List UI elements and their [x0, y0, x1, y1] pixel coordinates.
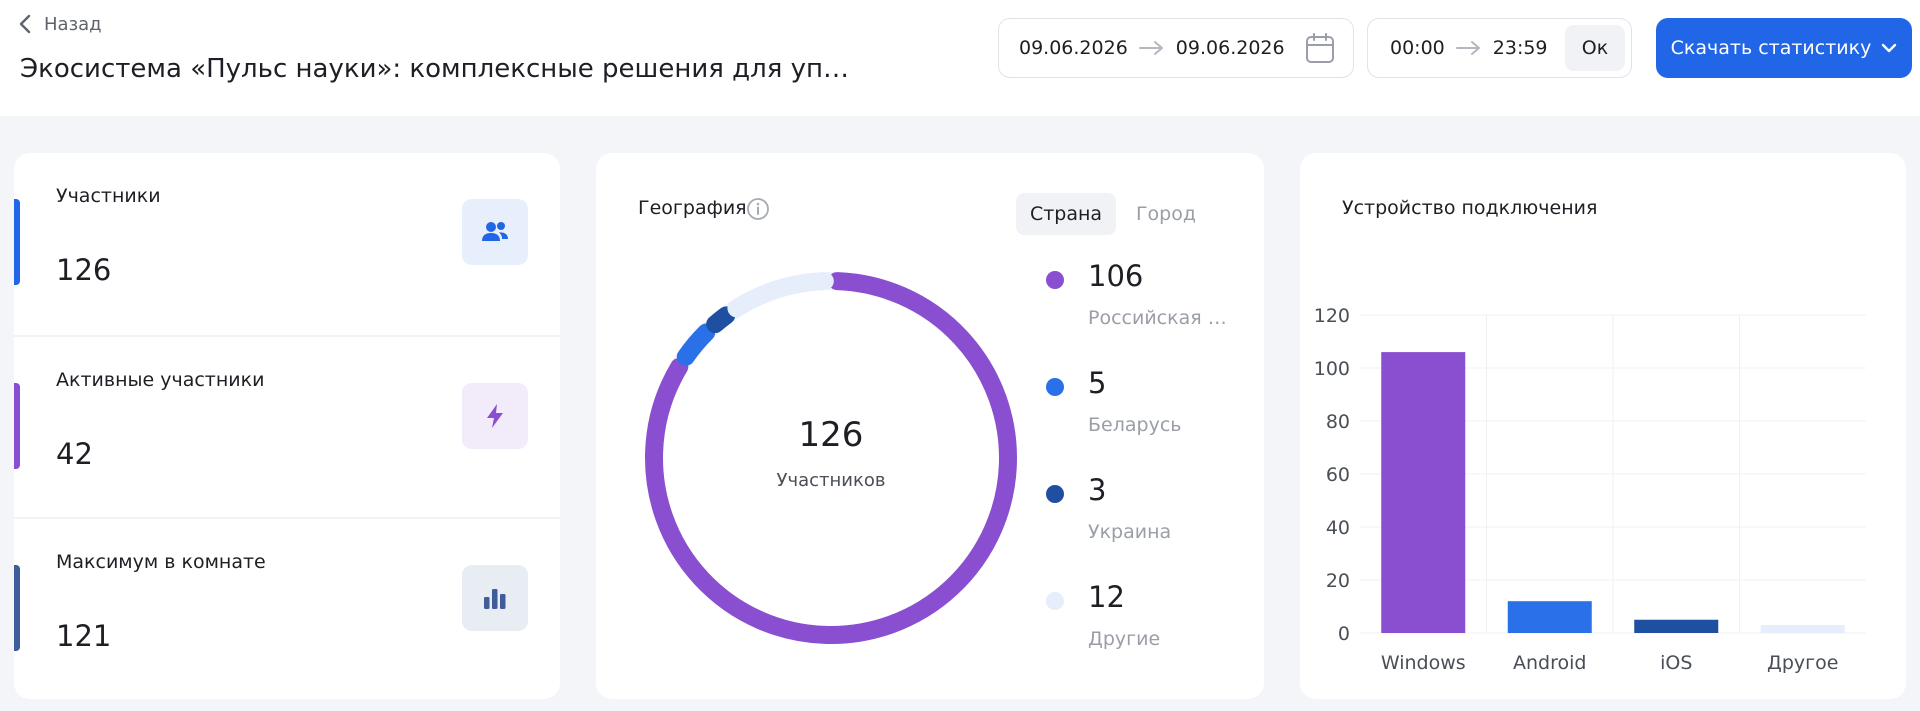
header: Назад Экосистема «Пульс науки»: комплекс… — [0, 0, 1920, 116]
legend-name: Беларусь — [1088, 414, 1182, 436]
y-tick-label: 120 — [1314, 305, 1350, 327]
back-button[interactable]: Назад — [18, 12, 102, 36]
stat-value: 126 — [56, 253, 112, 287]
stat-label: Участники — [56, 185, 161, 207]
stat-active-participants: Активные участники 42 — [14, 335, 560, 517]
device-bar-chart: 0 20 40 60 80 100 120 Windows Android iOS Другое — [1314, 305, 1866, 674]
stat-accent-bar — [14, 383, 20, 469]
time-from: 00:00 — [1390, 37, 1445, 59]
stat-label: Активные участники — [56, 369, 265, 391]
donut-segment[interactable] — [636, 263, 1026, 653]
legend-name: Российская … — [1088, 307, 1227, 329]
x-tick-label: Другое — [1767, 652, 1838, 674]
time-range-picker[interactable]: 00:00 23:59 Ок — [1367, 18, 1632, 78]
arrow-right-icon — [1455, 41, 1480, 55]
x-tick-label: iOS — [1660, 652, 1692, 674]
x-tick-label: Android — [1513, 652, 1586, 674]
back-label: Назад — [44, 13, 102, 35]
tab-city[interactable]: Город — [1116, 193, 1216, 235]
bar-chart-icon — [484, 589, 506, 609]
info-icon[interactable] — [746, 197, 770, 221]
stat-participants: Участники 126 — [14, 153, 560, 335]
bar[interactable] — [1634, 619, 1719, 633]
date-to: 09.06.2026 — [1175, 37, 1285, 59]
legend-dot — [1046, 271, 1064, 289]
legend-dot — [1046, 378, 1064, 396]
users-icon — [482, 222, 508, 241]
time-to: 23:59 — [1492, 37, 1548, 59]
geography-segment-control: Страна Город — [1016, 193, 1216, 235]
date-from: 09.06.2026 — [1019, 37, 1128, 59]
device-card: Устройство подключения 0 20 40 60 80 100 120 Wi… — [1300, 153, 1906, 699]
download-label: Скачать статистику — [1670, 37, 1872, 59]
stat-icon-box — [462, 383, 528, 449]
legend-value: 12 — [1088, 580, 1125, 614]
legend-item: 3 Украина — [1046, 469, 1256, 559]
bar[interactable] — [1381, 352, 1466, 633]
bar[interactable] — [1507, 601, 1592, 633]
page-title: Экосистема «Пульс науки»: комплексные ре… — [20, 54, 850, 84]
legend-name: Другие — [1088, 628, 1161, 650]
legend-dot — [1046, 592, 1064, 610]
donut-total-label: Участников — [776, 470, 886, 491]
tab-country[interactable]: Страна — [1016, 193, 1116, 235]
geography-title: География — [638, 197, 747, 219]
y-tick-label: 0 — [1338, 623, 1350, 645]
legend-dot — [1046, 485, 1064, 503]
y-tick-label: 60 — [1326, 464, 1350, 486]
arrow-right-icon — [1138, 41, 1163, 55]
y-tick-label: 20 — [1326, 570, 1350, 592]
stat-icon-box — [462, 565, 528, 631]
y-tick-label: 40 — [1326, 517, 1350, 539]
stat-accent-bar — [14, 565, 20, 651]
donut-segment[interactable] — [636, 263, 1026, 653]
geography-donut-chart — [636, 263, 1026, 653]
donut-total: 126 — [798, 415, 864, 455]
stat-value: 121 — [56, 619, 112, 653]
geography-card: География Страна Город 126 Участников 10… — [596, 153, 1264, 699]
x-tick-label: Windows — [1381, 652, 1466, 674]
ok-button[interactable]: Ок — [1565, 25, 1625, 71]
stat-accent-bar — [14, 199, 20, 285]
y-tick-label: 100 — [1314, 358, 1350, 380]
y-tick-label: 80 — [1326, 411, 1350, 433]
stat-value: 42 — [56, 437, 93, 471]
legend-value: 106 — [1088, 259, 1144, 293]
calendar-icon[interactable] — [1305, 32, 1335, 64]
legend-item: 12 Другие — [1046, 576, 1256, 666]
legend-name: Украина — [1088, 521, 1172, 543]
donut-segment[interactable] — [636, 263, 1026, 653]
legend-value: 5 — [1088, 366, 1107, 400]
date-range-picker[interactable]: 09.06.2026 09.06.2026 — [998, 18, 1354, 78]
stats-card: Участники 126 Активные участники 42 Макс… — [14, 153, 560, 699]
download-stats-button[interactable]: Скачать статистику — [1656, 18, 1912, 78]
lightning-icon — [487, 404, 503, 428]
bar[interactable] — [1760, 625, 1845, 633]
chevron-left-icon — [19, 14, 31, 34]
legend-item: 106 Российская … — [1046, 255, 1256, 345]
chevron-down-icon — [1882, 43, 1897, 53]
stat-max-in-room: Максимум в комнате 121 — [14, 517, 560, 699]
legend-value: 3 — [1088, 473, 1107, 507]
stat-label: Максимум в комнате — [56, 551, 266, 573]
stat-icon-box — [462, 199, 528, 265]
legend-item: 5 Беларусь — [1046, 362, 1256, 452]
